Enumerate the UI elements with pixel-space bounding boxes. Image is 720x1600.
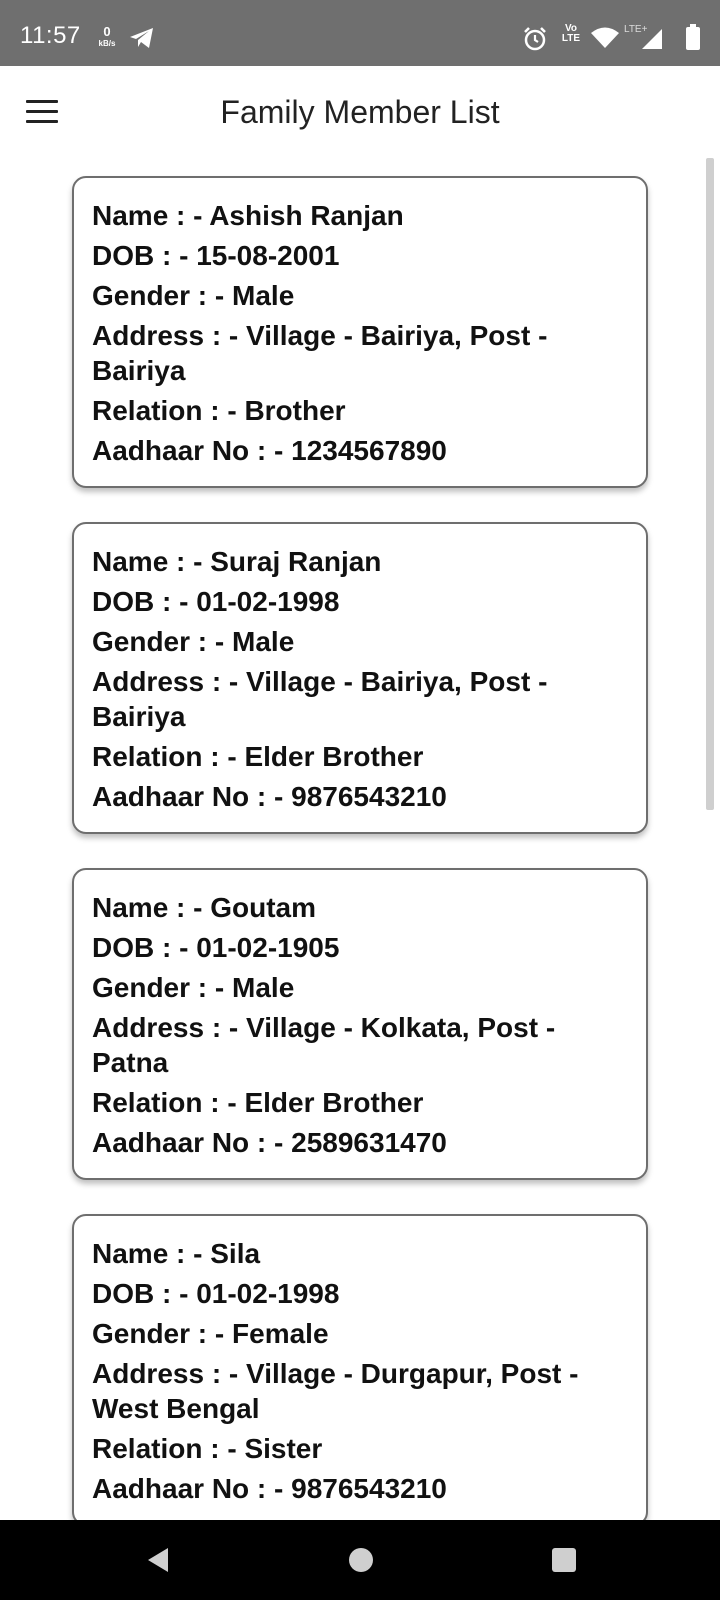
network-speed-value: 0	[103, 24, 111, 39]
member-card[interactable]: Name : - Goutam DOB : - 01-02-1905 Gende…	[72, 868, 648, 1180]
member-relation: Relation : - Sister	[92, 1433, 323, 1464]
app-bar: Family Member List	[0, 66, 720, 158]
member-card[interactable]: Name : - Ashish Ranjan DOB : - 15-08-200…	[72, 176, 648, 488]
wifi-icon	[591, 27, 619, 48]
member-list[interactable]: Name : - Ashish Ranjan DOB : - 15-08-200…	[0, 158, 720, 1520]
member-name: Name : - Ashish Ranjan	[92, 200, 404, 231]
member-dob: DOB : - 01-02-1998	[92, 586, 340, 617]
network-speed-unit: kB/s	[98, 39, 116, 48]
member-gender: Gender : - Female	[92, 1318, 329, 1349]
alarm-icon	[524, 27, 546, 51]
member-aadhaar: Aadhaar No : - 9876543210	[92, 1473, 447, 1504]
member-dob: DOB : - 01-02-1998	[92, 1278, 340, 1309]
status-time: 11:57	[20, 22, 81, 49]
member-name: Name : - Sila	[92, 1238, 261, 1269]
member-address: Address : - Village - Durgapur, Post - W…	[92, 1358, 579, 1424]
member-name: Name : - Suraj Ranjan	[92, 546, 382, 577]
member-aadhaar: Aadhaar No : - 9876543210	[92, 781, 447, 812]
member-relation: Relation : - Brother	[92, 395, 346, 426]
member-name: Name : - Goutam	[92, 892, 317, 923]
volte-icon: Vo LTE	[558, 24, 584, 44]
scrollbar[interactable]	[706, 158, 714, 810]
home-icon[interactable]	[349, 1548, 373, 1572]
member-card[interactable]: Name : - Sila DOB : - 01-02-1998 Gender …	[72, 1214, 648, 1520]
member-aadhaar: Aadhaar No : - 2589631470	[92, 1127, 447, 1158]
member-dob: DOB : - 15-08-2001	[92, 240, 340, 271]
member-gender: Gender : - Male	[92, 280, 295, 311]
telegram-icon	[130, 28, 153, 48]
member-aadhaar: Aadhaar No : - 1234567890	[92, 435, 447, 466]
signal-icon	[642, 29, 662, 49]
member-gender: Gender : - Male	[92, 972, 295, 1003]
recents-icon[interactable]	[552, 1548, 576, 1572]
member-dob: DOB : - 01-02-1905	[92, 932, 340, 963]
member-gender: Gender : - Male	[92, 626, 295, 657]
member-address: Address : - Village - Bairiya, Post - Ba…	[92, 666, 548, 732]
member-address: Address : - Village - Bairiya, Post - Ba…	[92, 320, 548, 386]
system-nav-bar	[0, 1520, 720, 1600]
battery-icon	[686, 24, 700, 50]
back-icon[interactable]	[144, 1546, 172, 1574]
page-title: Family Member List	[220, 94, 500, 130]
member-relation: Relation : - Elder Brother	[92, 1087, 424, 1118]
network-speed: 0 kB/s	[94, 25, 120, 48]
volte-bottom-label: LTE	[561, 33, 581, 44]
member-card[interactable]: Name : - Suraj Ranjan DOB : - 01-02-1998…	[72, 522, 648, 834]
status-bar: 11:57 0 kB/s Vo LTE LTE+	[0, 0, 720, 66]
member-relation: Relation : - Elder Brother	[92, 741, 424, 772]
member-address: Address : - Village - Kolkata, Post - Pa…	[92, 1012, 556, 1078]
